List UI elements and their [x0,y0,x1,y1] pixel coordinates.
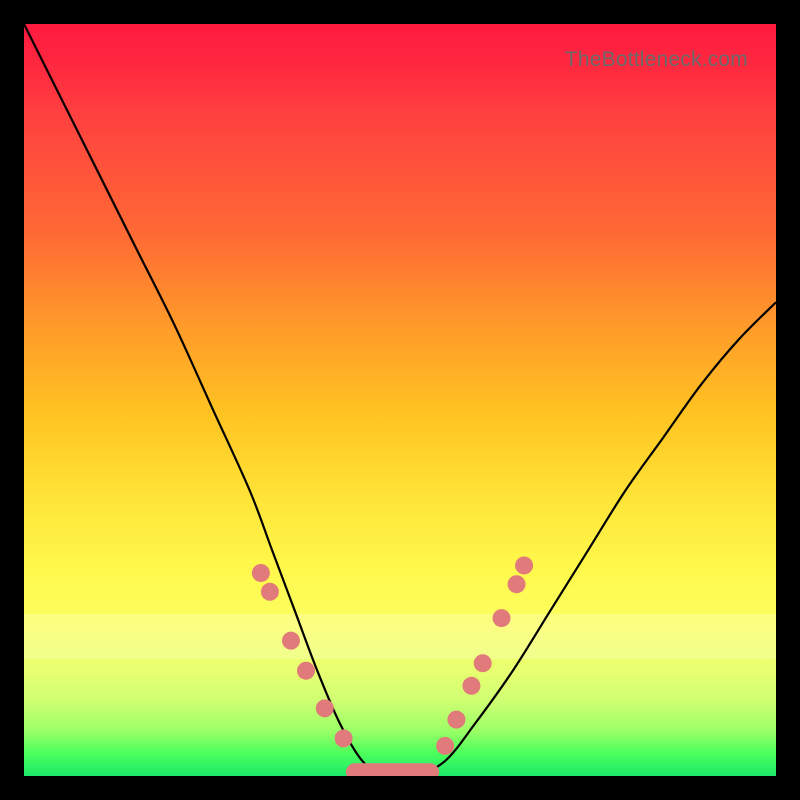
curve-marker [436,737,454,755]
outer-frame: TheBottleneck.com [0,0,800,800]
curve-marker [297,662,315,680]
curve-marker [474,654,492,672]
curve-marker [515,556,533,574]
markers-right-group [436,556,533,754]
curve-marker [493,609,511,627]
watermark-text: TheBottleneck.com [565,48,748,72]
curve-marker [316,699,334,717]
curve-marker [447,711,465,729]
curve-marker [252,564,270,582]
curve-marker [282,632,300,650]
bottleneck-curve [24,24,776,776]
curve-marker [335,729,353,747]
chart-svg [24,24,776,776]
curve-marker [508,575,526,593]
plot-area: TheBottleneck.com [24,24,776,776]
curve-marker [462,677,480,695]
curve-marker [261,583,279,601]
